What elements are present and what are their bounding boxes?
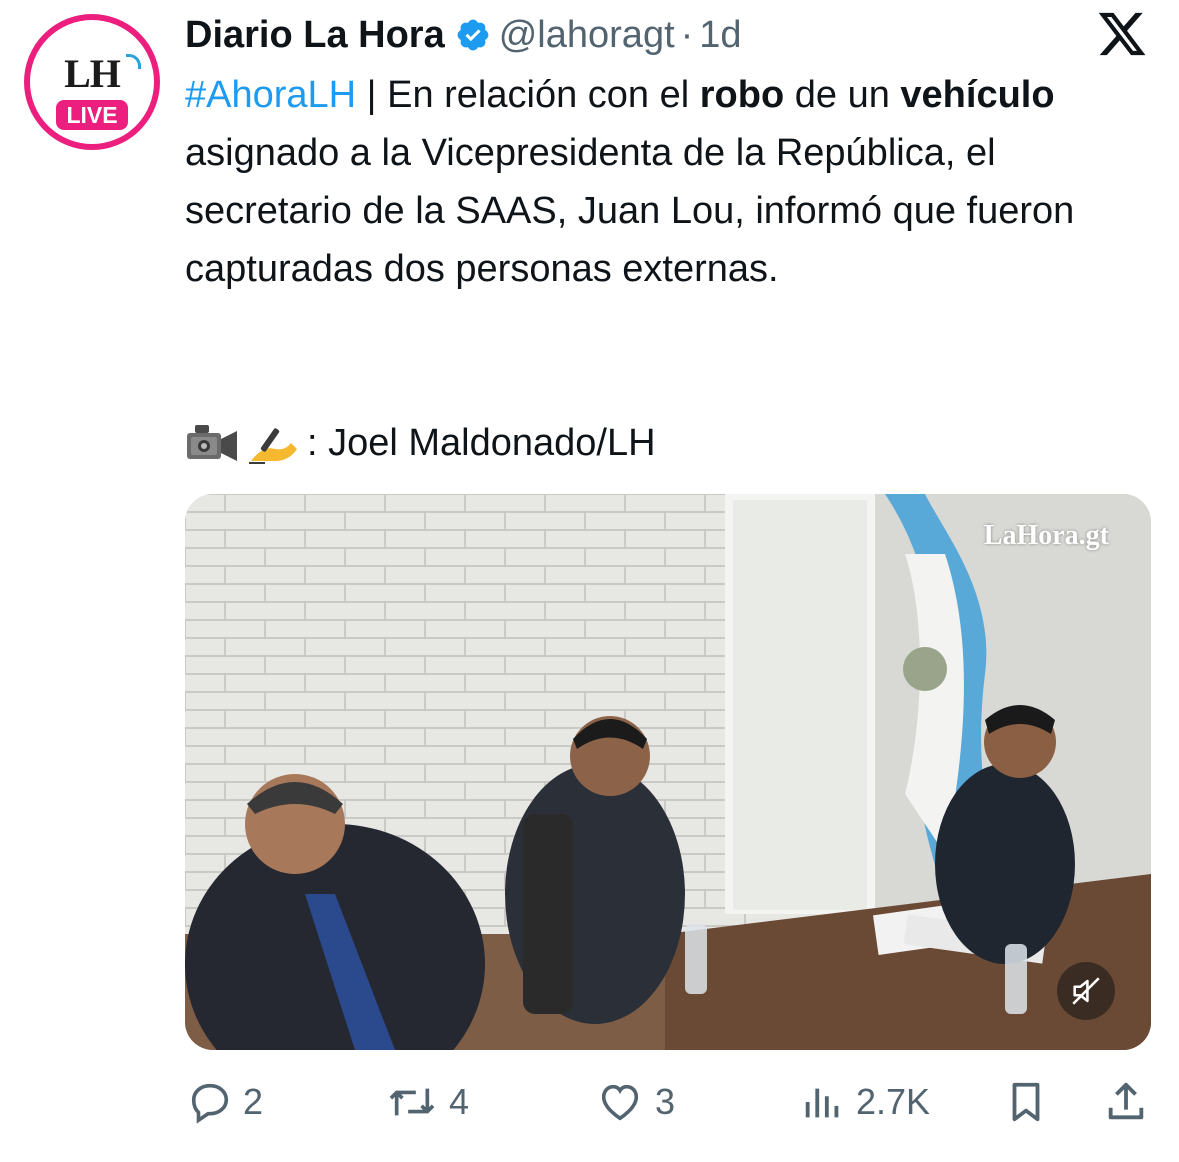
share-button[interactable] xyxy=(1103,1072,1159,1132)
action-bar: 2 4 3 2.7K xyxy=(185,1072,1155,1132)
tweet-text-bold: vehículo xyxy=(900,74,1055,116)
bookmark-button[interactable] xyxy=(1003,1072,1059,1132)
account-handle[interactable]: @lahoragt xyxy=(499,14,675,57)
hashtag-link[interactable]: #AhoraLH xyxy=(185,74,356,116)
mute-button[interactable] xyxy=(1057,962,1115,1020)
video-camera-icon xyxy=(187,425,237,461)
views-count: 2.7K xyxy=(856,1081,931,1122)
tweet-text-segment: | En relación con el xyxy=(356,74,700,116)
tweet-header: Diario La Hora @lahoragt · 1d xyxy=(185,10,742,60)
reply-button[interactable]: 2 xyxy=(187,1072,263,1132)
like-count: 3 xyxy=(655,1081,676,1122)
views-button[interactable]: 2.7K xyxy=(800,1072,930,1132)
views-chart-icon xyxy=(805,1088,839,1118)
speaker-muted-icon xyxy=(1072,977,1100,1005)
x-logo-icon[interactable] xyxy=(1096,8,1148,60)
repost-icon xyxy=(389,1088,435,1116)
repost-count: 4 xyxy=(449,1081,470,1122)
credit-text: : Joel Maldonado/LH xyxy=(307,422,656,464)
heart-icon xyxy=(601,1084,639,1121)
tweet-text-segment: asignado a la Vicepresidenta de la Repúb… xyxy=(185,132,1075,290)
reply-icon xyxy=(191,1083,229,1124)
video-frame-image xyxy=(185,494,1151,1050)
timestamp[interactable]: 1d xyxy=(699,14,741,57)
share-icon xyxy=(1108,1082,1144,1120)
credit-line: : Joel Maldonado/LH xyxy=(185,414,656,472)
separator-dot: · xyxy=(680,13,694,56)
video-player[interactable]: LaHora.gt xyxy=(185,494,1151,1050)
tweet-text-bold: robo xyxy=(699,74,785,116)
tweet-text-segment: de un xyxy=(784,74,901,116)
display-name[interactable]: Diario La Hora xyxy=(185,14,445,57)
reply-count: 2 xyxy=(243,1081,264,1122)
like-button[interactable]: 3 xyxy=(595,1072,675,1132)
repost-button[interactable]: 4 xyxy=(385,1072,469,1132)
avatar[interactable]: LH LIVE xyxy=(24,14,160,150)
writing-hand-icon xyxy=(249,428,297,464)
verified-badge-icon xyxy=(457,19,489,51)
bookmark-icon xyxy=(1012,1082,1040,1122)
video-watermark: LaHora.gt xyxy=(983,520,1109,551)
tweet-text: #AhoraLH | En relación con el robo de un… xyxy=(185,66,1145,298)
live-badge: LIVE xyxy=(56,100,128,130)
